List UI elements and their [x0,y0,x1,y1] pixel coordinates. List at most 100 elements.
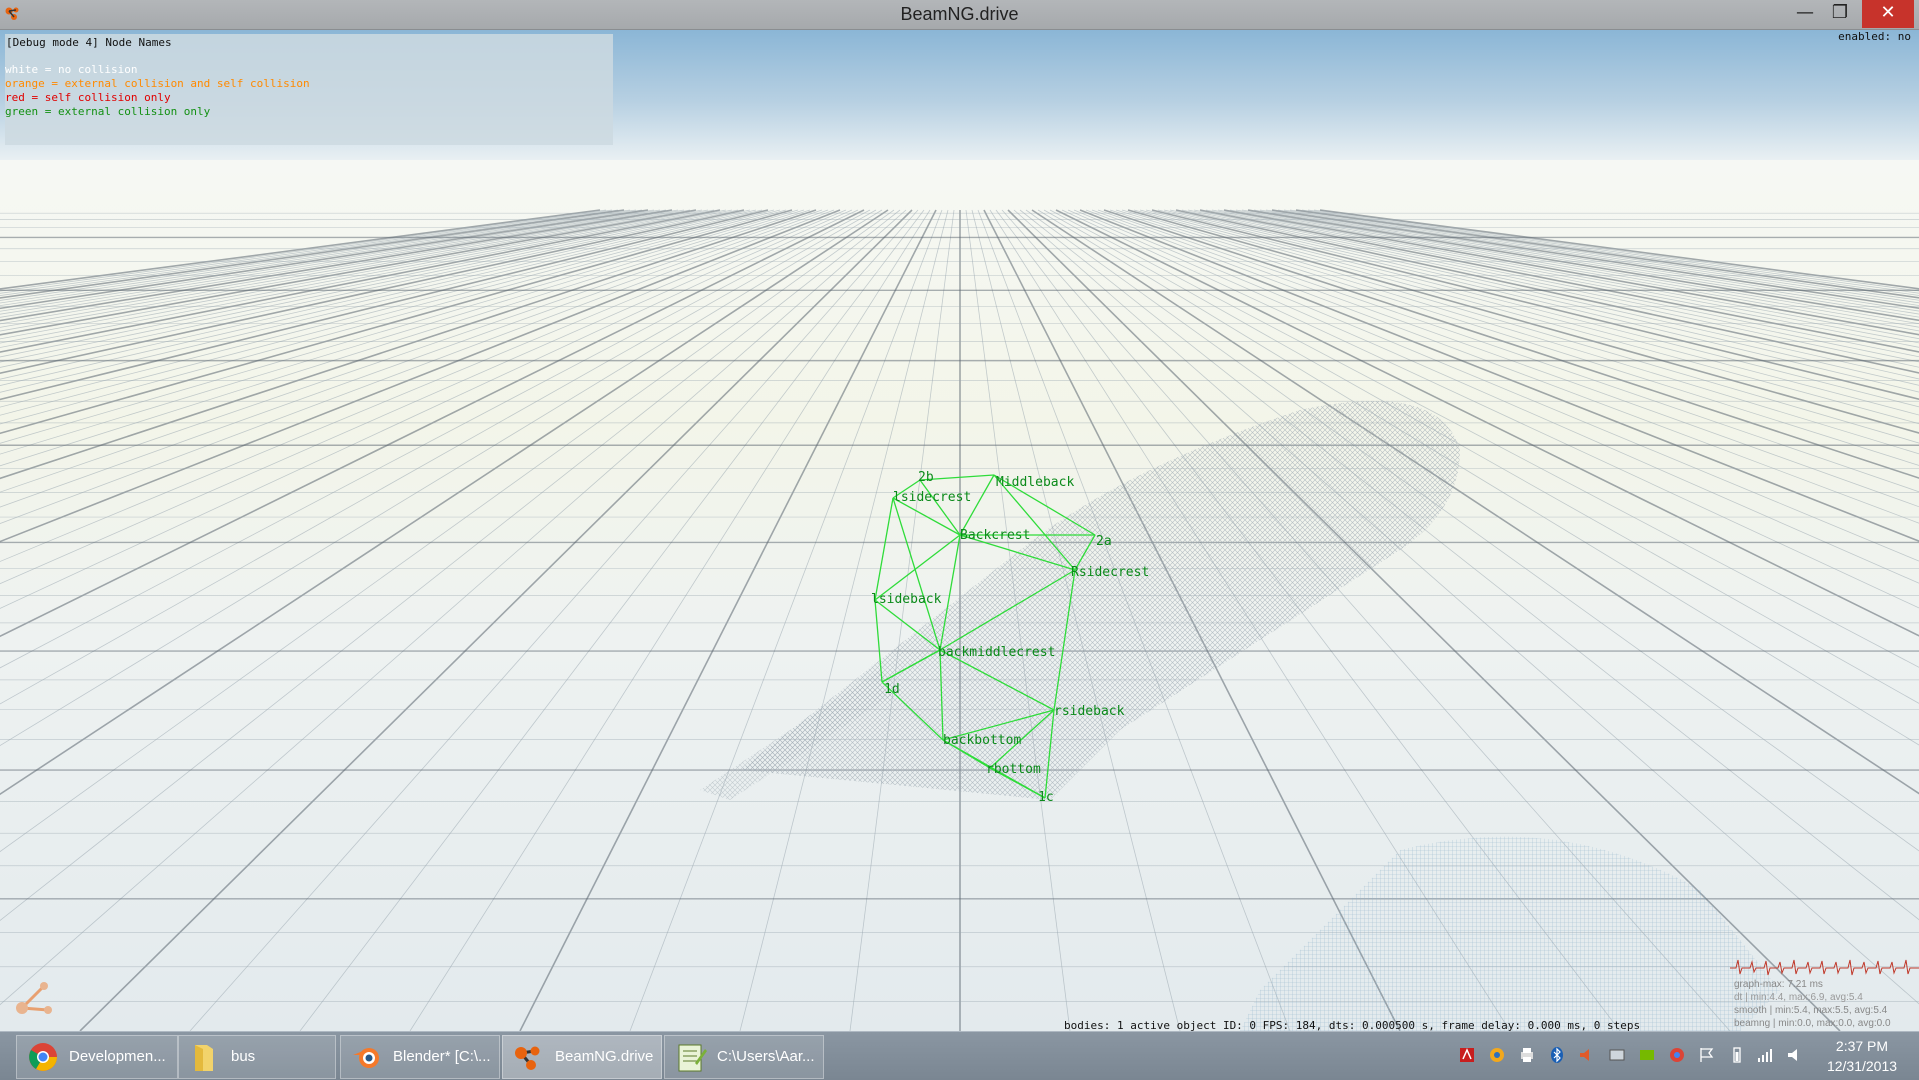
beam-line [919,479,961,536]
beam-line [874,497,894,601]
minimize-icon: — [1796,2,1814,23]
perf-graph-line [1730,959,1919,976]
node-label: lsideback [871,592,942,607]
clock-time: 2:37 PM [1835,1038,1889,1054]
title-bar[interactable]: BeamNG.drive — ❐ ✕ [0,0,1919,30]
speaker-tray-icon[interactable] [1786,1046,1804,1064]
node-label: lsidecrest [893,490,972,505]
nvidia-tray-icon[interactable] [1638,1046,1656,1064]
taskbar-item-chrome[interactable]: Developmen... [16,1035,178,1079]
graph-max: graph-max: 7.21 ms [1734,979,1823,990]
grid-line [0,209,607,292]
grid-line [0,209,829,508]
grid-line [0,209,853,585]
grid-line [0,209,811,467]
blender-icon [353,1048,379,1068]
grid-line [0,209,679,325]
grid-line [0,209,859,609]
legend-red: red = self collision only [5,91,171,104]
taskbar-label: Developmen... [69,1048,166,1065]
taskbar-label: Blender* [C:\... [393,1048,491,1065]
grid-line [0,209,907,1006]
beamng-icon [515,1046,540,1070]
grid-line [189,209,919,1031]
taskbar-label: C:\Users\Aar... [717,1048,815,1065]
grid-line [0,209,745,374]
legend-white: white = no collision [5,63,138,76]
node-label: 2a [1096,534,1112,549]
graph-dt: dt | min:4.4, max:6.9, avg:5.4 [1734,992,1863,1003]
graph-beamng: beamng | min:0.0, max:0.0, avg:0.0 [1734,1018,1891,1029]
beam-line [874,534,961,601]
node-label: backmiddlecrest [938,645,1056,660]
close-icon: ✕ [1880,2,1896,23]
updater-tray-icon[interactable] [1488,1046,1506,1064]
node-label: rsideback [1054,704,1125,719]
node-label: Rsidecrest [1071,565,1150,580]
grid-line [0,209,805,455]
battery-tray-icon[interactable] [1728,1046,1746,1064]
grid-line [0,209,817,480]
node-label: Backcrest [960,528,1031,543]
node-label: 1c [1038,790,1054,805]
legend-orange: orange = external collision and self col… [5,77,310,90]
grid-line [0,209,823,493]
grid-line [0,209,685,328]
grid-line [0,209,691,332]
beam-line [959,474,995,536]
printer-tray-icon[interactable] [1518,1046,1536,1064]
grid-line [0,209,769,401]
grid-line [0,209,727,358]
grid-line [0,209,847,562]
perf-graph-text: graph-max: 7.21 ms dt | min:4.4, max:6.9… [1734,978,1891,1030]
taskbar-label: BeamNG.drive [555,1048,654,1065]
grid-line [629,209,943,1031]
flag-tray-icon[interactable] [1698,1046,1716,1064]
grid-line [0,209,613,294]
folder-icon [195,1045,213,1071]
bluetooth-tray-icon[interactable] [1548,1046,1566,1064]
game-viewport[interactable]: [Debug mode 4] Node Names white = no col… [0,30,1919,1031]
maximize-button[interactable]: ❐ [1818,0,1862,28]
chrome-tray-icon[interactable] [1668,1046,1686,1064]
grid-line [0,209,697,336]
enabled-status: enabled: no [1838,30,1911,43]
grid-line [0,209,751,380]
axis-gizmo-icon [16,982,52,1014]
grid-line [0,209,835,524]
node-label: rbottom [986,762,1041,777]
volume-tray-icon[interactable] [1578,1046,1596,1064]
debug-title: [Debug mode 4] Node Names [6,36,172,49]
chrome-icon [29,1043,57,1071]
restore-icon: ❐ [1831,2,1849,23]
taskbar-item-notepad[interactable]: C:\Users\Aar... [664,1035,824,1079]
debug-panel: [Debug mode 4] Node Names white = no col… [5,34,613,145]
display-tray-icon[interactable] [1608,1046,1626,1064]
taskbar-clock[interactable]: 2:37 PM 12/31/2013 [1812,1036,1912,1076]
close-button[interactable]: ✕ [1862,0,1914,28]
graph-smooth: smooth | min:5.4, max:5.5, avg:5.4 [1734,1005,1888,1016]
grid-line [0,209,871,669]
status-bar: bodies: 1 active object ID: 0 FPS: 184, … [1064,1019,1641,1031]
grid-line [519,209,937,1031]
notepad-icon [678,1044,707,1072]
legend-green: green = external collision only [5,105,211,118]
node-label: 1d [884,682,900,697]
network-tray-icon[interactable] [1756,1046,1774,1064]
taskbar-item-blender[interactable]: Blender* [C:\... [340,1035,500,1079]
bus-mesh [740,401,1460,800]
taskbar-item-folder[interactable]: bus [178,1035,336,1079]
taskbar-label: bus [231,1048,256,1065]
grid-line [0,209,895,853]
grid-line [0,209,703,340]
grid-line [409,209,931,1031]
grid-line [299,209,925,1031]
taskbar-item-beamng[interactable]: BeamNG.drive [502,1035,662,1079]
node-label: backbottom [943,733,1022,748]
node-label: 2b [918,470,934,485]
grid-line [0,209,763,393]
clock-date: 12/31/2013 [1826,1058,1898,1074]
acrobat-tray-icon[interactable] [1458,1046,1476,1064]
grid-line [739,209,949,1031]
taskbar: Developmen... bus Blender* [C:\... BeamN… [0,1031,1919,1080]
